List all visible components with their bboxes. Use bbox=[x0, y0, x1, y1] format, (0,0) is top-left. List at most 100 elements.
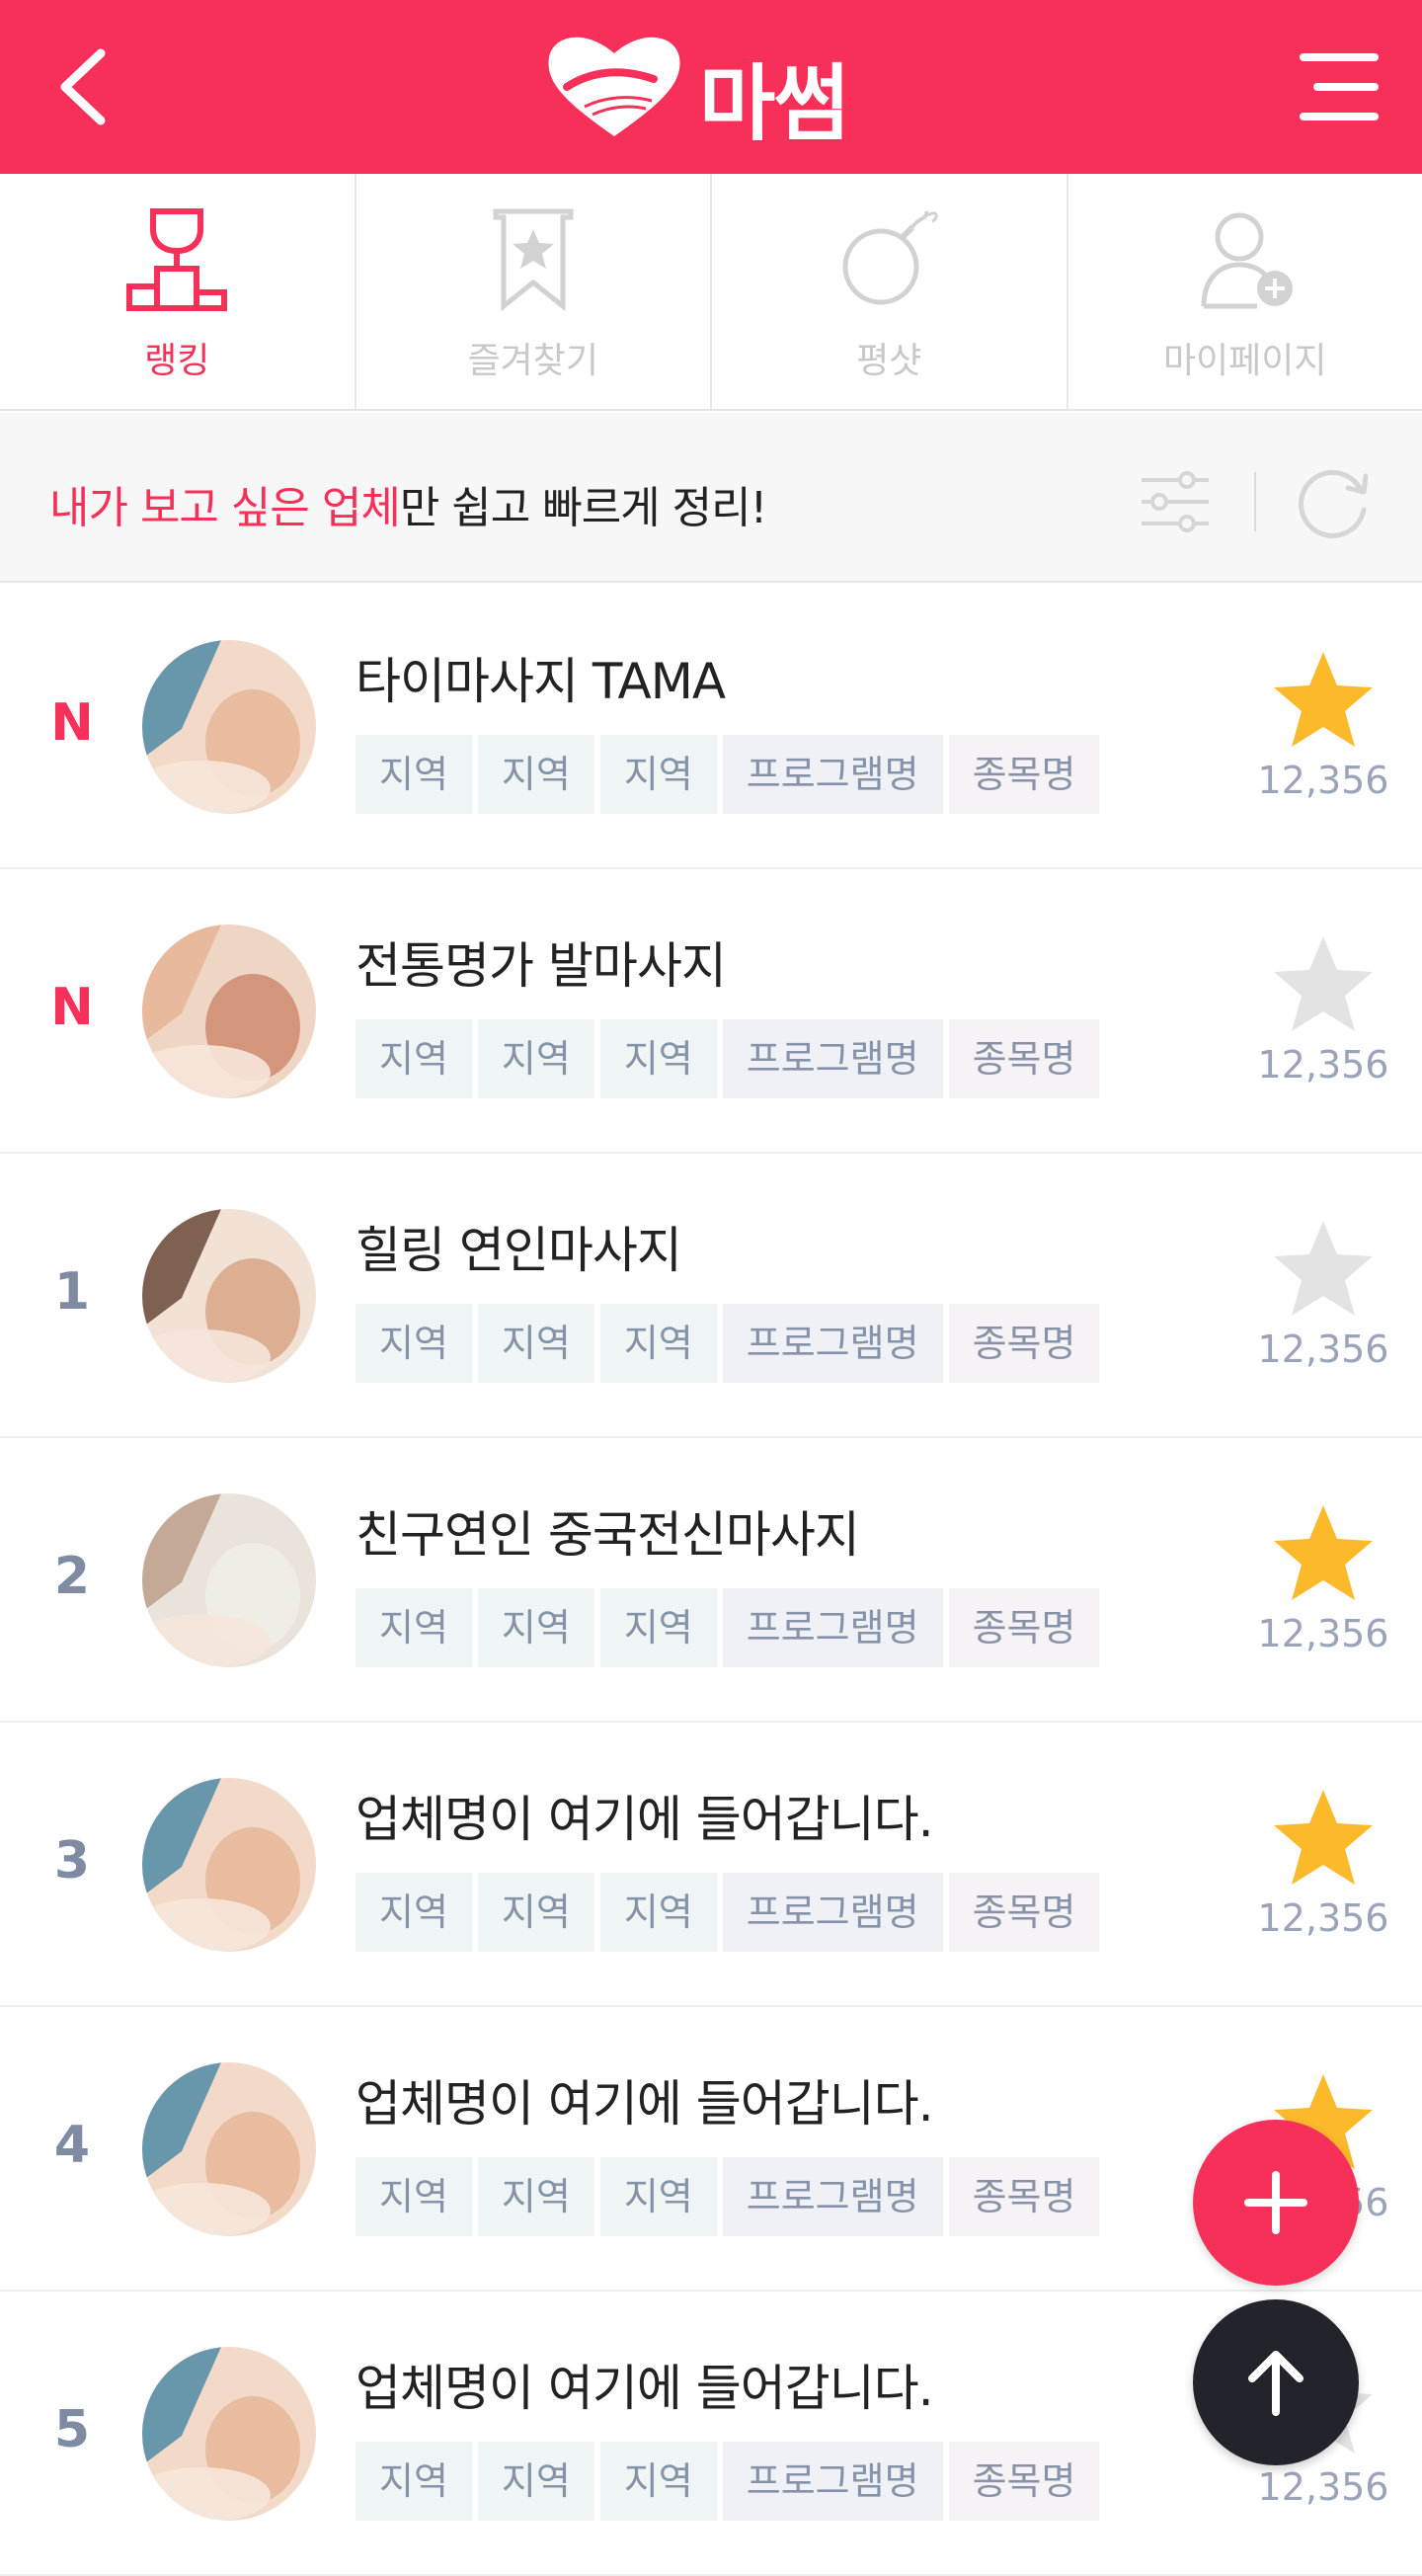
heart-logo-icon bbox=[545, 28, 683, 146]
region-tag: 지역 bbox=[478, 735, 594, 814]
program-tag: 프로그램명 bbox=[723, 2157, 943, 2236]
app-logo: 마썸 bbox=[545, 28, 881, 146]
category-tag: 종목명 bbox=[949, 1304, 1100, 1383]
favorite-star-button[interactable] bbox=[1264, 926, 1382, 1045]
hamburger-menu-icon bbox=[1288, 40, 1382, 134]
tab-favorites-label: 즐겨찾기 bbox=[356, 332, 711, 383]
star-icon bbox=[1264, 1780, 1382, 1898]
shop-photo bbox=[142, 1493, 316, 1667]
list-item[interactable]: N타이마사지 TAMA지역지역지역프로그램명종목명12,356 bbox=[0, 585, 1422, 869]
program-tag: 프로그램명 bbox=[723, 1019, 943, 1098]
scroll-top-button[interactable] bbox=[1193, 2299, 1359, 2465]
tab-pyeongsyat[interactable]: 평샷 bbox=[712, 174, 1068, 409]
rank-label: 3 bbox=[40, 1831, 105, 1891]
shop-photo bbox=[142, 925, 316, 1098]
tab-mypage[interactable]: 마이페이지 bbox=[1068, 174, 1422, 409]
program-tag: 프로그램명 bbox=[723, 2442, 943, 2521]
tab-favorites[interactable]: 즐겨찾기 bbox=[356, 174, 713, 409]
chevron-left-icon bbox=[40, 40, 134, 134]
tab-ranking[interactable]: 랭킹 bbox=[0, 174, 356, 409]
tag-group: 지역지역지역프로그램명종목명 bbox=[356, 2442, 1099, 2521]
shop-name[interactable]: 타이마사지 TAMA bbox=[356, 642, 725, 713]
star-icon bbox=[1264, 642, 1382, 761]
shop-thumbnail[interactable] bbox=[142, 1209, 316, 1383]
trophy-icon bbox=[118, 200, 236, 318]
favorite-star-button[interactable] bbox=[1264, 1780, 1382, 1898]
program-tag: 프로그램명 bbox=[723, 1588, 943, 1667]
favorite-count: 12,356 bbox=[1224, 1328, 1422, 1371]
star-icon bbox=[1264, 1495, 1382, 1614]
refresh-button[interactable] bbox=[1289, 458, 1378, 547]
category-tag: 종목명 bbox=[949, 1019, 1100, 1098]
region-tag: 지역 bbox=[600, 2442, 717, 2521]
tab-mypage-label: 마이페이지 bbox=[1068, 332, 1422, 383]
region-tag: 지역 bbox=[356, 2442, 472, 2521]
arrow-up-icon bbox=[1236, 2343, 1315, 2422]
plus-icon bbox=[1236, 2163, 1315, 2242]
rank-label: N bbox=[40, 693, 105, 753]
list-item[interactable]: 2친구연인 중국전신마사지지역지역지역프로그램명종목명12,356 bbox=[0, 1438, 1422, 1723]
rank-label: 5 bbox=[40, 2400, 105, 2459]
region-tag: 지역 bbox=[600, 1019, 717, 1098]
star-icon bbox=[1264, 926, 1382, 1045]
region-tag: 지역 bbox=[600, 1304, 717, 1383]
list-item[interactable]: N전통명가 발마사지지역지역지역프로그램명종목명12,356 bbox=[0, 869, 1422, 1154]
region-tag: 지역 bbox=[478, 1019, 594, 1098]
region-tag: 지역 bbox=[356, 2157, 472, 2236]
rank-label: 4 bbox=[40, 2116, 105, 2175]
tag-group: 지역지역지역프로그램명종목명 bbox=[356, 735, 1099, 814]
program-tag: 프로그램명 bbox=[723, 1873, 943, 1952]
shop-name[interactable]: 업체명이 여기에 들어갑니다. bbox=[356, 2064, 933, 2135]
filter-button[interactable] bbox=[1136, 462, 1215, 541]
favorite-count: 12,356 bbox=[1224, 1043, 1422, 1087]
shop-name[interactable]: 친구연인 중국전신마사지 bbox=[356, 1495, 859, 1567]
banner-text: 내가 보고 싶은 업체만 쉽고 빠르게 정리! bbox=[49, 472, 766, 535]
category-tag: 종목명 bbox=[949, 2442, 1100, 2521]
region-tag: 지역 bbox=[478, 1588, 594, 1667]
info-banner: 내가 보고 싶은 업체만 쉽고 빠르게 정리! bbox=[0, 413, 1422, 583]
shop-photo bbox=[142, 1778, 316, 1952]
app-header: 마썸 bbox=[0, 0, 1422, 174]
tab-ranking-label: 랭킹 bbox=[0, 332, 355, 383]
tag-group: 지역지역지역프로그램명종목명 bbox=[356, 1588, 1099, 1667]
menu-button[interactable] bbox=[1288, 40, 1382, 134]
category-tag: 종목명 bbox=[949, 1873, 1100, 1952]
shop-thumbnail[interactable] bbox=[142, 925, 316, 1098]
rank-label: 2 bbox=[40, 1547, 105, 1606]
favorite-count: 12,356 bbox=[1224, 2465, 1422, 2509]
list-item[interactable]: 3업체명이 여기에 들어갑니다.지역지역지역프로그램명종목명12,356 bbox=[0, 1723, 1422, 2007]
shop-name[interactable]: 힐링 연인마사지 bbox=[356, 1211, 681, 1282]
ranking-list: N타이마사지 TAMA지역지역지역프로그램명종목명12,356N전통명가 발마사… bbox=[0, 585, 1422, 2576]
favorite-count: 12,356 bbox=[1224, 1896, 1422, 1940]
program-tag: 프로그램명 bbox=[723, 1304, 943, 1383]
back-button[interactable] bbox=[40, 40, 134, 134]
shop-name[interactable]: 업체명이 여기에 들어갑니다. bbox=[356, 2349, 933, 2420]
region-tag: 지역 bbox=[478, 2157, 594, 2236]
shop-thumbnail[interactable] bbox=[142, 2347, 316, 2521]
category-tag: 종목명 bbox=[949, 2157, 1100, 2236]
region-tag: 지역 bbox=[356, 1873, 472, 1952]
favorite-count: 12,356 bbox=[1224, 759, 1422, 802]
main-tab-bar: 랭킹 즐겨찾기 평샷 마이페이지 bbox=[0, 174, 1422, 411]
banner-highlight: 내가 보고 싶은 업체 bbox=[49, 483, 400, 533]
shop-thumbnail[interactable] bbox=[142, 1778, 316, 1952]
tab-pyeongsyat-label: 평샷 bbox=[712, 332, 1066, 383]
list-item[interactable]: 1 힐링 연인마사지지역지역지역프로그램명종목명 12,356 bbox=[0, 1154, 1422, 1438]
rank-label: 1 bbox=[40, 1262, 105, 1322]
region-tag: 지역 bbox=[478, 1873, 594, 1952]
region-tag: 지역 bbox=[478, 2442, 594, 2521]
favorite-count: 12,356 bbox=[1224, 1612, 1422, 1655]
favorite-star-button[interactable] bbox=[1264, 642, 1382, 761]
favorite-star-button[interactable] bbox=[1264, 1495, 1382, 1614]
shop-photo bbox=[142, 640, 316, 814]
tag-group: 지역지역지역프로그램명종목명 bbox=[356, 1304, 1099, 1383]
refresh-icon bbox=[1289, 458, 1378, 547]
shop-name[interactable]: 업체명이 여기에 들어갑니다. bbox=[356, 1780, 933, 1851]
add-button[interactable] bbox=[1193, 2120, 1359, 2286]
favorite-star-button[interactable] bbox=[1264, 1211, 1382, 1329]
shop-thumbnail[interactable] bbox=[142, 2062, 316, 2236]
shop-thumbnail[interactable] bbox=[142, 640, 316, 814]
program-tag: 프로그램명 bbox=[723, 735, 943, 814]
shop-name[interactable]: 전통명가 발마사지 bbox=[356, 926, 726, 998]
shop-thumbnail[interactable] bbox=[142, 1493, 316, 1667]
